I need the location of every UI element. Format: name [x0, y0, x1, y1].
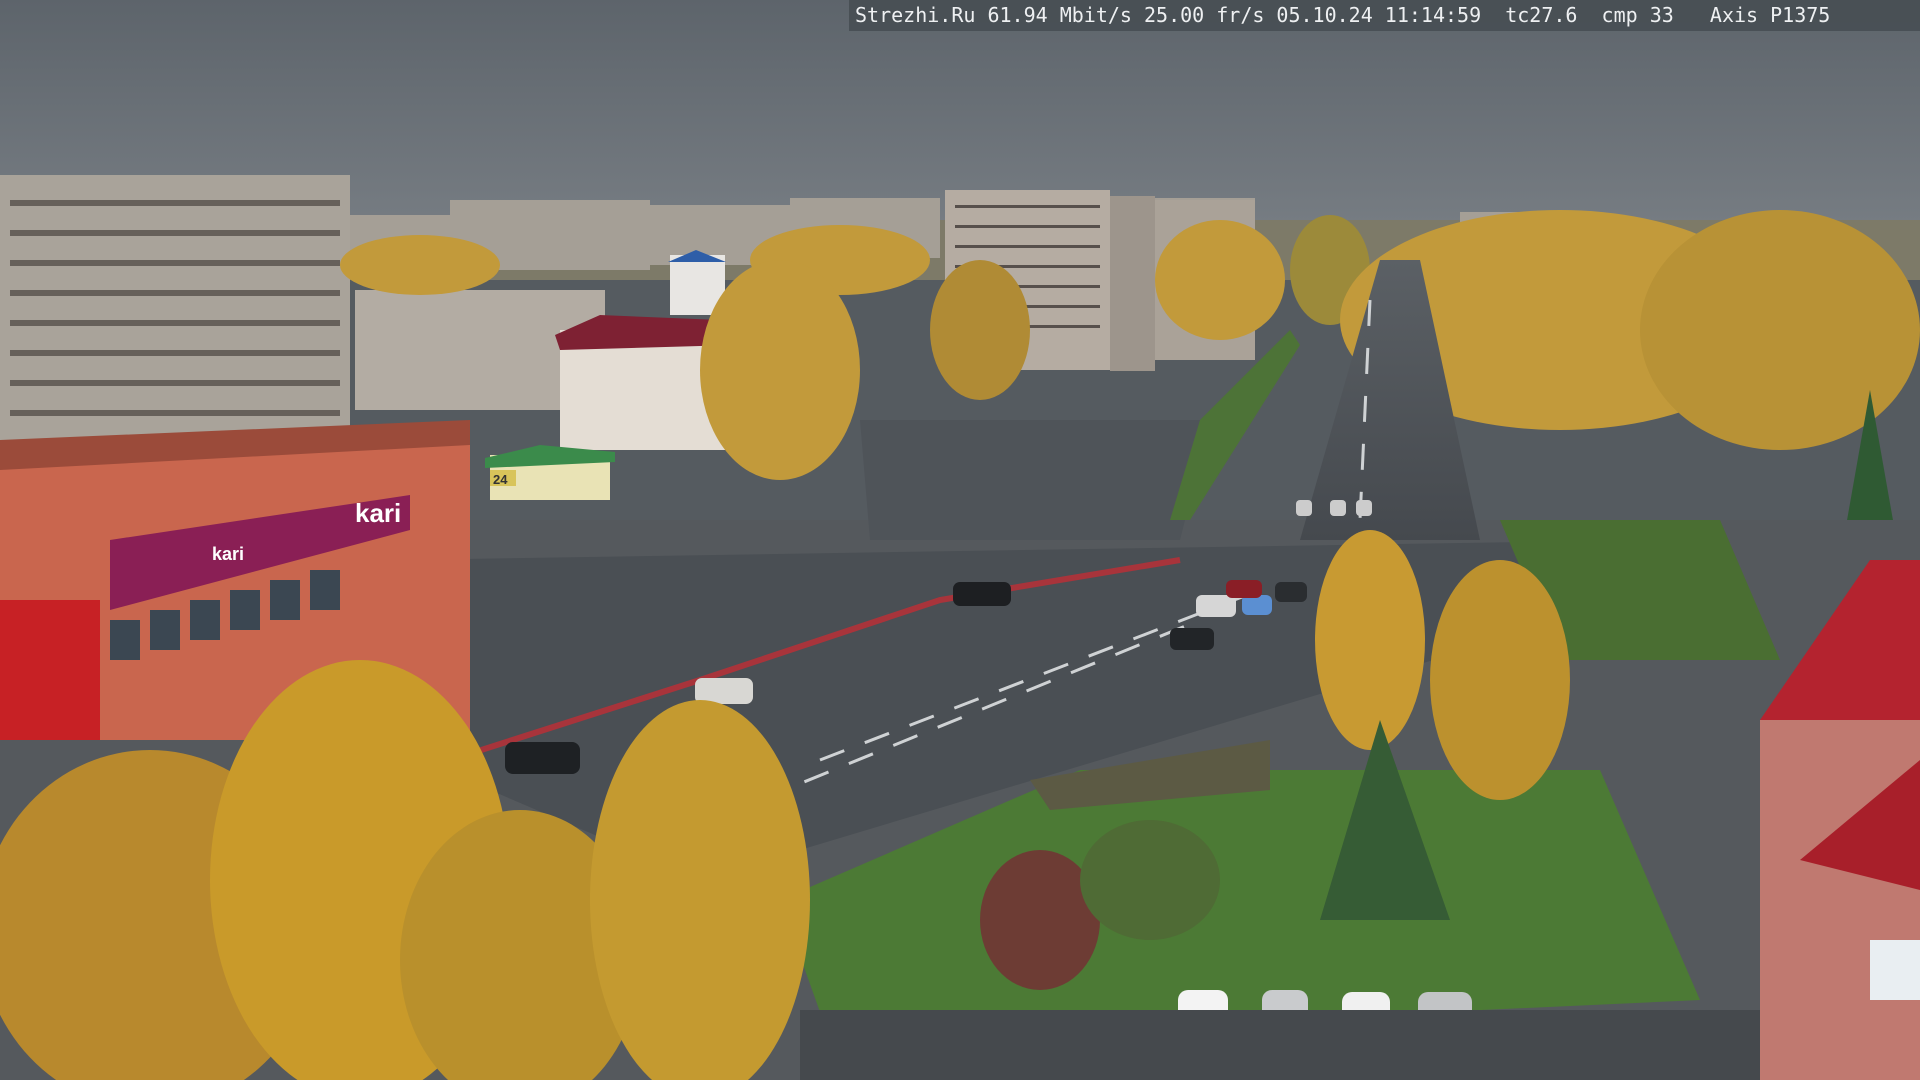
kari-sign-text: kari	[355, 498, 401, 528]
parking-lot	[800, 1010, 1760, 1080]
kari-sign-small-text: kari	[212, 544, 244, 564]
plaza	[860, 420, 1210, 540]
camera-info-overlay: Strezhi.Ru 61.94 Mbit/s 25.00 fr/s 05.10…	[849, 0, 1920, 31]
webcam-scene: kari kari 24	[0, 0, 1920, 1080]
kiosk-number: 24	[493, 472, 508, 487]
